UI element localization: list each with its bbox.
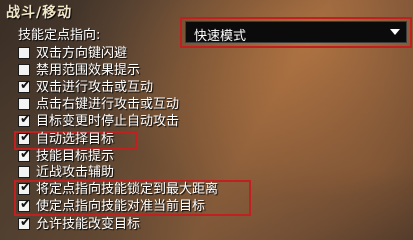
checkbox[interactable]: ✔ [18,147,31,162]
checkmark-icon: ✔ [20,112,31,127]
option-allow-retarget[interactable]: ✔ 允许技能改变目标 [18,215,398,233]
option-label: 使定点指向技能对准当前目标 [36,199,206,214]
checkbox[interactable]: ✔ [18,215,31,230]
option-double-click-attack[interactable]: ✔ 双击进行攻击或互动 [18,78,398,96]
option-label: 点击右键进行攻击或互动 [36,97,180,112]
ability-targeting-label: 技能定点指向: [18,28,101,43]
chevron-down-icon [390,29,400,35]
checkmark-icon: ✔ [20,197,31,212]
option-label: 双击进行攻击或互动 [36,80,154,95]
checkmark-icon: ✔ [20,180,31,195]
checkbox[interactable] [18,64,30,76]
checkmark-icon: ✔ [20,78,31,93]
checkbox[interactable] [18,47,30,59]
checkbox[interactable]: ✔ [18,78,31,93]
option-skill-target-hint[interactable]: ✔ 技能目标提示 [18,147,398,165]
checkbox[interactable] [18,166,30,178]
ability-targeting-dropdown[interactable]: 快速模式 [185,21,407,44]
option-label: 目标变更时停止自动攻击 [36,114,180,129]
dropdown-selected-value: 快速模式 [194,29,247,44]
option-disable-aoe-hint[interactable]: 禁用范围效果提示 [18,63,398,79]
combat-movement-panel: 战斗/移动 技能定点指向: 快速模式 双击方向键闪避 禁用范围效果提示 ✔ 双击… [0,0,413,240]
checkmark-icon: ✔ [20,215,31,230]
option-lock-max-range[interactable]: ✔ 将定点指向技能锁定到最大距离 [18,180,398,198]
option-label: 允许技能改变目标 [36,217,141,232]
option-melee-assist[interactable]: 近战攻击辅助 [18,165,398,181]
option-right-click-attack[interactable]: 点击右键进行攻击或互动 [18,97,398,113]
checkmark-icon: ✔ [20,130,31,145]
checkmark-icon: ✔ [20,147,31,162]
option-aim-current-target[interactable]: ✔ 使定点指向技能对准当前目标 [18,197,398,215]
option-label: 禁用范围效果提示 [36,63,141,78]
option-label: 自动选择目标 [36,132,115,147]
checkbox[interactable]: ✔ [18,130,31,145]
option-label: 技能目标提示 [36,149,115,164]
option-label: 将定点指向技能锁定到最大距离 [36,182,219,197]
option-double-tap-dodge[interactable]: 双击方向键闪避 [18,46,398,62]
section-title: 战斗/移动 [6,5,73,21]
option-label: 双击方向键闪避 [36,46,128,61]
option-auto-select-target[interactable]: ✔ 自动选择目标 [18,130,398,148]
checkbox[interactable] [18,98,30,110]
option-stop-auto-attack[interactable]: ✔ 目标变更时停止自动攻击 [18,112,398,130]
checkbox[interactable]: ✔ [18,197,31,212]
checkbox[interactable]: ✔ [18,112,31,127]
option-label: 近战攻击辅助 [36,165,115,180]
checkbox[interactable]: ✔ [18,180,31,195]
